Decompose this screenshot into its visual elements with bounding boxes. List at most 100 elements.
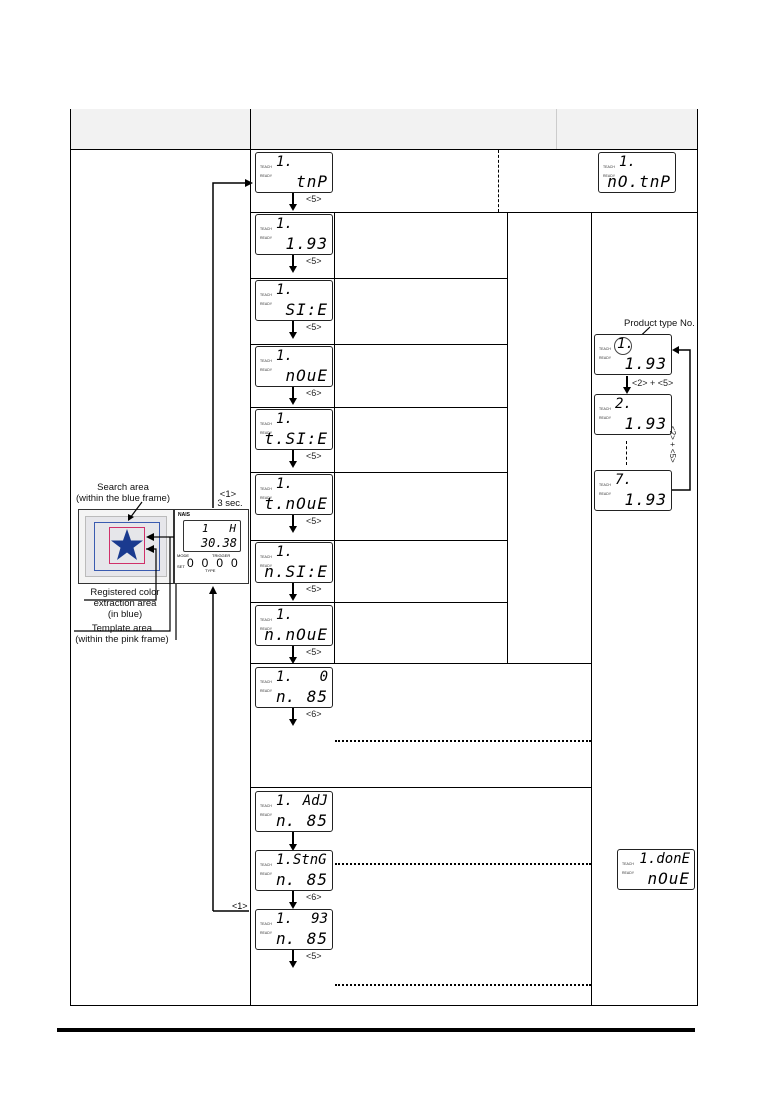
lcd-product-type-7: TEACH READY 7. 1.93 <box>594 470 672 511</box>
row-divider <box>250 212 698 213</box>
lcd-top: 1. <box>617 336 634 352</box>
lcd-stng: TEACH READY 1.StnG n. 85 <box>255 850 333 891</box>
dotted-separator <box>335 984 591 986</box>
col-divider-3 <box>591 212 592 1006</box>
lcd-top-right: 0 <box>319 669 328 685</box>
header-cell-1 <box>70 109 250 149</box>
lcd-bottom: 1.93 <box>624 354 667 373</box>
lcd-top: 1.donE <box>639 851 690 867</box>
lcd-top: 7. <box>615 472 632 488</box>
loop-arrow <box>672 346 691 491</box>
lcd-bottom: 85 <box>306 929 328 948</box>
color-area-label: Registered color extraction area (in blu… <box>90 587 160 620</box>
header-cell-2 <box>251 109 556 149</box>
lcd-top: 1. <box>276 793 293 809</box>
arrow-down <box>623 376 630 394</box>
lcd-bottom: n.nOuE <box>264 625 328 644</box>
lcd-top: 1. <box>276 669 293 685</box>
lcd-bottom: tnP <box>296 172 328 191</box>
arrow-down <box>289 255 296 273</box>
row-divider <box>250 663 592 664</box>
lcd-bottom-left: n. <box>276 811 296 830</box>
key-label: <6> <box>306 388 322 398</box>
lcd-bottom-left: n. <box>276 929 296 948</box>
lcd-top: 1. <box>276 911 293 927</box>
key-label: <5> <box>306 322 322 332</box>
lcd-top: 1. <box>276 282 293 298</box>
row-divider <box>250 787 592 788</box>
arrow-down <box>289 583 296 601</box>
row-divider <box>250 540 508 541</box>
lcd-bottom-left: n. <box>276 870 296 889</box>
row-divider <box>250 602 508 603</box>
lcd-result: TEACH READY 1. 93 n. 85 <box>255 909 333 950</box>
lcd-tmove: TEACH READY 1. t.nOuE <box>255 474 333 515</box>
key-label: <5> <box>306 647 322 657</box>
lcd-top: 1. <box>276 607 293 623</box>
lcd-bottom: 85 <box>306 811 328 830</box>
arrow-down <box>289 515 296 533</box>
lcd-bottom: n.SI:E <box>264 562 328 581</box>
arrow-down <box>289 193 296 211</box>
lcd-bottom: t.nOuE <box>264 494 328 513</box>
lcd-bottom: nOuE <box>647 869 690 888</box>
lcd-bottom: 85 <box>306 870 328 889</box>
arrow-down <box>289 708 296 726</box>
lcd-top: 1. <box>619 154 636 170</box>
key-label: <5> <box>306 951 322 961</box>
lcd-bottom: 85 <box>306 687 328 706</box>
arrow-down <box>289 832 296 851</box>
lcd-bottom: 1.93 <box>624 490 667 509</box>
lcd-top-right: 93 <box>311 911 328 927</box>
lcd-size: TEACH READY 1. SI:E <box>255 280 333 321</box>
dashed-divider <box>498 150 499 212</box>
lcd-move: TEACH READY 1. nOuE <box>255 346 333 387</box>
dotted-connector <box>335 863 591 865</box>
key-label: <5> <box>306 584 322 594</box>
lcd-top: 1. <box>276 348 293 364</box>
lcd-bottom: nO.tnP <box>607 172 671 191</box>
arrow-down <box>289 321 296 339</box>
arrow-down <box>289 950 296 968</box>
row-divider <box>250 278 508 279</box>
ellipsis-dashes <box>626 441 627 465</box>
col-divider-sub <box>507 212 508 663</box>
lcd-n85: TEACH READY 1. 0 n. 85 <box>255 667 333 708</box>
header-divider <box>70 149 698 150</box>
search-area-pointer <box>128 501 143 521</box>
row-divider <box>250 407 508 408</box>
key-label: <5> <box>306 451 322 461</box>
arrow-down <box>289 646 296 664</box>
table-border-bottom <box>70 1005 698 1006</box>
header-col-divider-2 <box>556 109 557 149</box>
lcd-top: 1.StnG <box>276 852 327 868</box>
arrow-down <box>289 891 296 909</box>
key-label: <2> + <5> <box>632 378 674 388</box>
lcd-done: TEACH READY 1.donE nOuE <box>617 849 695 890</box>
key-return-label: <1> <box>232 901 248 911</box>
key-label: <6> <box>306 709 322 719</box>
lcd-no-template: TEACH READY 1. nO.tnP <box>598 152 676 193</box>
row-divider <box>250 472 508 473</box>
lcd-tmp: TEACH READY 1. tnP <box>255 152 333 193</box>
key-label: <6> <box>306 892 322 902</box>
lcd-nmove: TEACH READY 1. n.nOuE <box>255 605 333 646</box>
lcd-adj: TEACH READY 1. AdJ n. 85 <box>255 791 333 832</box>
template-area-label: Template area (within the pink frame) <box>75 623 169 645</box>
lcd-tsize: TEACH READY 1. t.SI:E <box>255 409 333 450</box>
set-label: SET <box>177 564 185 569</box>
table-border-right <box>697 109 698 1006</box>
lcd-bottom: t.SI:E <box>264 429 328 448</box>
brand-label: NAIS <box>178 512 190 518</box>
page-rule <box>57 1028 695 1032</box>
lcd-top: 2. <box>615 396 632 412</box>
lcd-product-type-1: TEACH READY 1. 1.93 <box>594 334 672 375</box>
lcd-value: TEACH READY 1. 1.93 <box>255 214 333 255</box>
lcd-top: 1. <box>276 544 293 560</box>
lcd-bottom: 1.93 <box>624 414 667 433</box>
dotted-separator <box>335 740 591 742</box>
flow-arrows <box>209 179 253 912</box>
lcd-top: 1. <box>276 216 293 232</box>
lcd-product-type-2: TEACH READY 2. 1.93 <box>594 394 672 435</box>
lcd-top: 1. <box>276 411 293 427</box>
